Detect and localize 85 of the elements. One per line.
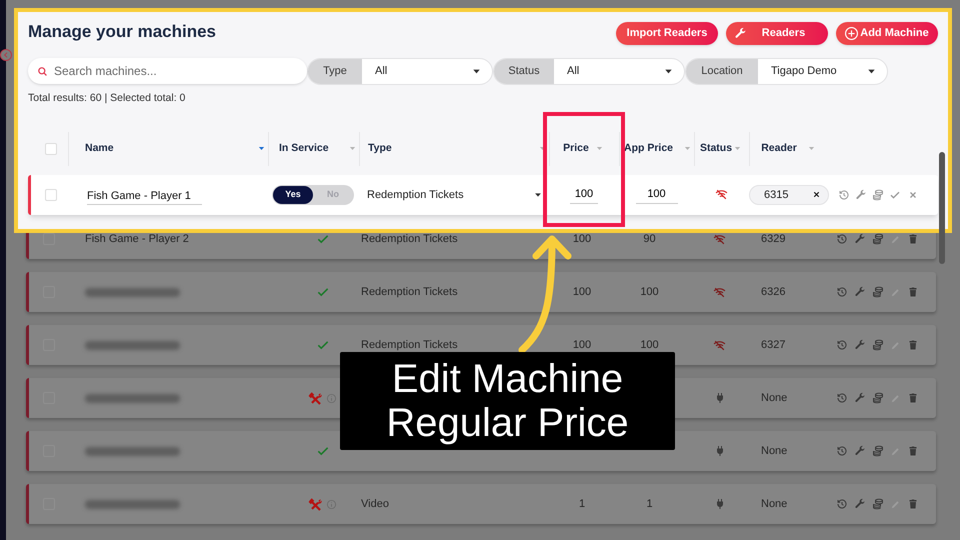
action-button[interactable]: Add Machine (836, 22, 938, 45)
type-cell: Redemption Tickets (361, 232, 458, 245)
column-header[interactable]: Price (563, 140, 589, 157)
coins-icon[interactable] (872, 498, 884, 510)
app-price-cell-text: 100 (640, 284, 659, 300)
history-icon[interactable] (836, 445, 848, 457)
reader-cell: 6326 (761, 286, 786, 298)
wifi-off-icon (713, 338, 726, 352)
info-icon (326, 392, 337, 404)
history-icon[interactable] (836, 339, 848, 351)
plus-circle-icon (844, 26, 859, 41)
row-checkbox[interactable] (43, 233, 55, 245)
collapse-button[interactable] (0, 49, 12, 61)
app-price-cell-text: 1 (646, 496, 653, 512)
wrench-icon (734, 27, 747, 40)
history-icon[interactable] (836, 392, 848, 404)
type-cell: Redemption Tickets (361, 286, 458, 298)
wrench-icon[interactable] (854, 498, 866, 510)
toggle-option[interactable]: Yes (273, 186, 313, 204)
reader-cell: None (761, 498, 788, 510)
reader-cell: 6327 (761, 338, 786, 351)
page-title: Manage your machines (28, 21, 216, 43)
scrollbar[interactable] (939, 152, 945, 264)
column-header[interactable]: App Price (624, 140, 674, 157)
search-field[interactable]: Search machines... (28, 58, 307, 84)
wifi-off-icon (713, 232, 726, 246)
history-icon[interactable] (836, 498, 848, 510)
close-icon[interactable] (812, 190, 821, 200)
wrench-icon[interactable] (855, 188, 867, 201)
reader-cell: 6329 (761, 232, 786, 245)
history-icon[interactable] (836, 233, 848, 245)
coins-icon[interactable] (872, 339, 884, 351)
column-header[interactable]: Type (368, 140, 392, 157)
price-cell-text: 100 (572, 338, 592, 353)
name-input[interactable]: Fish Game - Player 1 (87, 188, 202, 206)
price-cell-text: 1 (578, 496, 586, 512)
coins-icon[interactable] (872, 392, 884, 404)
info-icon (326, 498, 337, 510)
filter-dropdown[interactable]: Status All (493, 58, 685, 84)
trash-icon[interactable] (907, 339, 919, 351)
caption-text: Regular Price (386, 401, 629, 445)
results-summary: Total results: 60 | Selected total: 0 (28, 91, 186, 106)
coins-icon[interactable] (872, 445, 884, 457)
coins-icon[interactable] (872, 188, 884, 201)
filter-dropdown[interactable]: Type All (307, 58, 493, 84)
type-cell: Redemption Tickets (361, 338, 458, 351)
wifi-off-icon (715, 188, 728, 202)
app-price-cell-text: 100 (640, 338, 659, 353)
price-input[interactable]: 100 (570, 186, 598, 204)
wrench-icon[interactable] (854, 392, 866, 404)
wrench-icon[interactable] (854, 445, 866, 457)
coins-icon[interactable] (872, 286, 884, 298)
select-all-checkbox[interactable] (45, 142, 57, 155)
filter-dropdown[interactable]: Location Tigapo Demo (685, 58, 888, 84)
chevron-icon (2, 51, 10, 59)
column-header[interactable]: In Service (279, 140, 329, 157)
type-cell: Video (361, 498, 389, 510)
app-price-cell-text: 90 (643, 232, 656, 247)
reader-cell: None (761, 444, 788, 457)
wifi-off-icon (713, 286, 726, 298)
trash-icon[interactable] (907, 233, 919, 245)
column-header[interactable]: Reader (761, 140, 797, 157)
action-button[interactable]: Readers (726, 22, 828, 45)
caption-text: Edit Machine (392, 357, 624, 401)
history-icon[interactable] (838, 188, 850, 201)
type-select[interactable]: Redemption Tickets (359, 186, 549, 203)
price-cell-text: 100 (572, 284, 592, 300)
column-header[interactable]: Status (700, 140, 732, 157)
trash-icon[interactable] (907, 445, 919, 457)
app-price-input[interactable]: 100 (636, 186, 678, 204)
search-icon (37, 66, 48, 77)
price-cell-text: 100 (572, 232, 592, 247)
machine-name: Fish Game - Player 2 (85, 232, 189, 245)
wrench-icon[interactable] (854, 339, 866, 351)
reader-chip[interactable]: 6315 (749, 184, 829, 205)
reader-cell: None (761, 392, 788, 404)
action-button[interactable]: Import Readers (616, 22, 718, 45)
wrench-icon[interactable] (854, 286, 866, 298)
coins-icon[interactable] (872, 233, 884, 245)
trash-icon[interactable] (907, 392, 919, 404)
trash-icon[interactable] (907, 498, 919, 510)
column-header[interactable]: Name (85, 140, 114, 157)
trash-icon[interactable] (907, 286, 919, 298)
history-icon[interactable] (836, 286, 848, 298)
wrench-icon[interactable] (854, 233, 866, 245)
